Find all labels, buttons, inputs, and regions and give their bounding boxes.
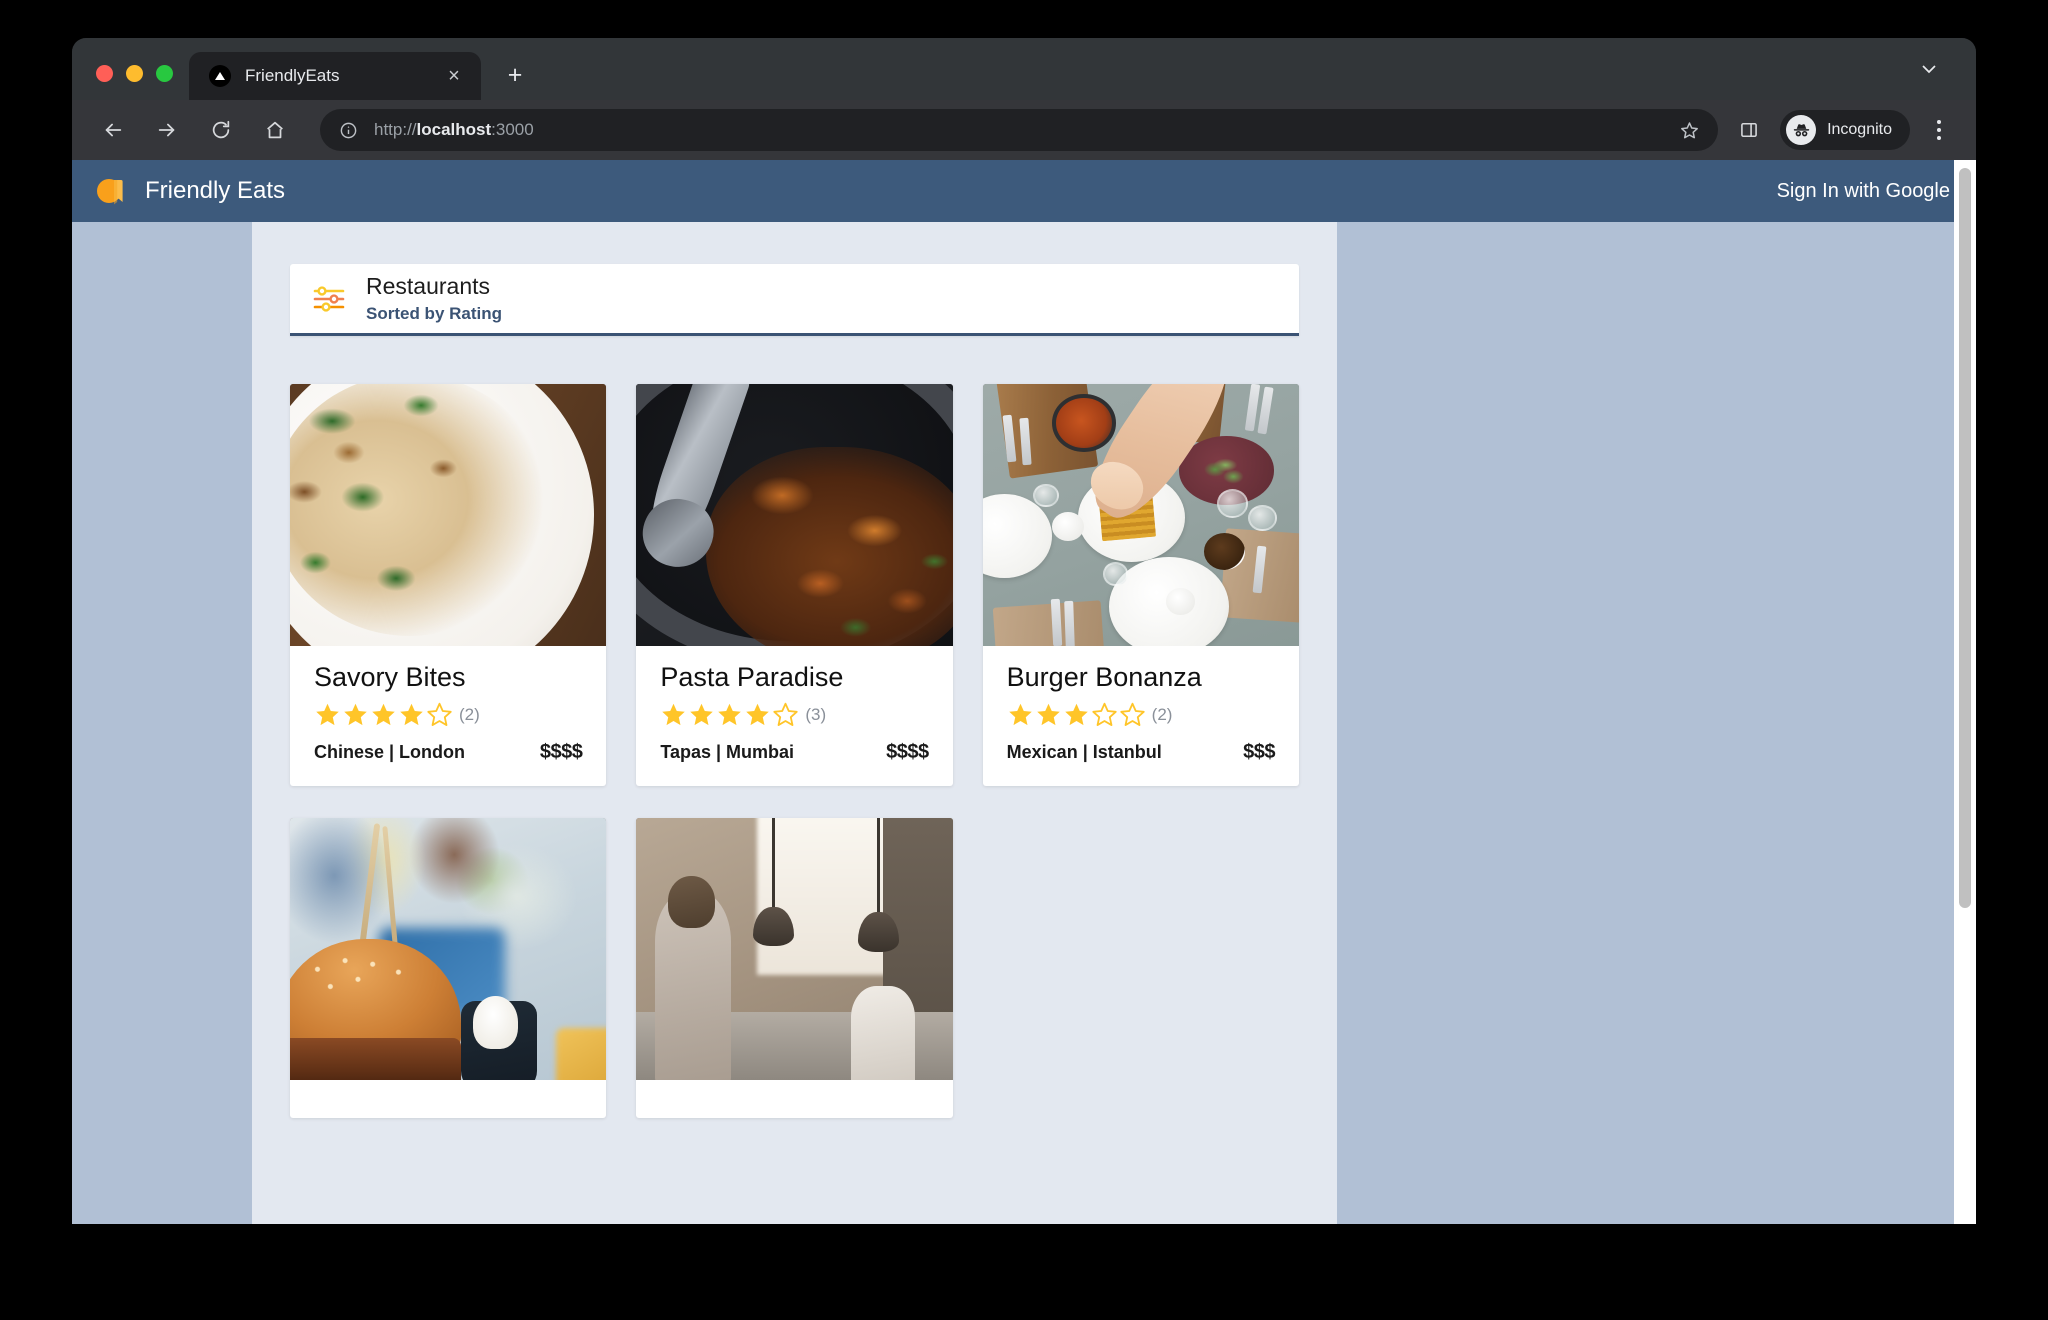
new-tab-button[interactable]: + [493, 53, 537, 97]
side-panel-icon[interactable] [1728, 109, 1770, 151]
forward-arrow-icon[interactable] [146, 109, 188, 151]
star-rating [314, 701, 454, 728]
restaurant-card[interactable]: Burger Bonanza (2) Mexican | Istanbul $$… [982, 384, 1299, 787]
toolbar-right-group: Incognito [1728, 109, 1956, 151]
incognito-icon [1786, 115, 1817, 145]
meta-row: Tapas | Mumbai $$$$ [660, 741, 929, 764]
restaurant-meta: Mexican | Istanbul [1006, 742, 1162, 763]
url-host: localhost [416, 120, 492, 139]
restaurant-card-body: Burger Bonanza (2) Mexican | Istanbul $$… [983, 646, 1299, 786]
triangle-favicon-icon [209, 65, 231, 87]
restaurant-photo-braised-meat-in-pot [636, 384, 953, 646]
browser-toolbar: http://localhost:3000 Incognito [72, 100, 1976, 160]
url-rest: :3000 [491, 120, 534, 139]
restaurant-card-body [636, 1080, 952, 1118]
maximize-window-button[interactable] [156, 65, 173, 82]
three-dot-menu-icon[interactable] [1922, 110, 1956, 150]
profile-incognito-button[interactable]: Incognito [1780, 110, 1910, 150]
content-column: Restaurants Sorted by Rating Savory Bite… [252, 222, 1337, 1224]
friendly-eats-logo-icon [94, 173, 130, 209]
restaurant-grid: Savory Bites (2) Chinese | London $$$$ P… [290, 384, 1299, 1119]
restaurant-card[interactable] [636, 818, 953, 1119]
restaurant-name: Pasta Paradise [660, 662, 844, 692]
browser-window: FriendlyEats × + http://localhost:3000 I… [72, 38, 1976, 1224]
review-count: (2) [459, 704, 480, 724]
url-text: http://localhost:3000 [374, 120, 534, 140]
restaurant-card[interactable]: Pasta Paradise (3) Tapas | Mumbai $$$$ [636, 384, 953, 787]
restaurant-card-body: Savory Bites (2) Chinese | London $$$$ [290, 646, 606, 786]
restaurant-name: Savory Bites [314, 662, 466, 692]
meta-row: Chinese | London $$$$ [314, 741, 583, 764]
restaurant-name: Burger Bonanza [1006, 662, 1202, 692]
review-count: (2) [1151, 704, 1173, 724]
tab-title: FriendlyEats [245, 66, 340, 85]
filter-sliders-icon [312, 282, 346, 316]
filter-title: Restaurants [366, 272, 491, 299]
minimize-window-button[interactable] [126, 65, 143, 82]
star-rating [660, 701, 800, 728]
close-window-button[interactable] [96, 65, 113, 82]
tab-strip: FriendlyEats × + [72, 38, 1976, 100]
rating-row: (2) [1007, 701, 1275, 728]
price-range: $$$$ [539, 741, 583, 764]
price-range: $$$ [1243, 741, 1275, 764]
browser-tab[interactable]: FriendlyEats × [189, 52, 481, 100]
chevron-down-icon[interactable] [1906, 46, 1952, 92]
profile-label: Incognito [1827, 121, 1892, 138]
sign-in-with-google-button[interactable]: Sign In with Google [1777, 180, 1950, 203]
reload-icon[interactable] [200, 109, 242, 151]
review-count: (3) [805, 704, 827, 724]
restaurant-card-body [290, 1080, 606, 1118]
filter-text: Restaurants Sorted by Rating [366, 273, 502, 325]
filter-bar[interactable]: Restaurants Sorted by Rating [290, 264, 1299, 336]
home-icon[interactable] [254, 109, 296, 151]
restaurant-photo-burger-closeup [290, 818, 607, 1081]
price-range: $$$$ [886, 741, 929, 764]
restaurant-meta: Chinese | London [314, 742, 466, 763]
brand[interactable]: Friendly Eats [94, 173, 285, 209]
rating-row: (2) [314, 701, 582, 728]
restaurant-meta: Tapas | Mumbai [660, 742, 795, 763]
url-scheme: http:// [374, 120, 417, 139]
star-rating [1007, 701, 1147, 728]
vertical-scrollbar[interactable] [1954, 160, 1976, 1224]
filter-subtitle: Sorted by Rating [366, 304, 503, 324]
restaurant-photo-brunch-table-overhead [982, 384, 1299, 646]
meta-row: Mexican | Istanbul $$$ [1006, 741, 1276, 764]
close-tab-icon[interactable]: × [441, 63, 467, 89]
rating-row: (3) [660, 701, 928, 728]
info-icon[interactable] [336, 118, 360, 142]
window-controls [72, 65, 189, 100]
address-bar[interactable]: http://localhost:3000 [320, 109, 1719, 151]
restaurant-card[interactable] [290, 818, 607, 1119]
restaurant-photo-restaurant-interior [636, 818, 953, 1081]
restaurant-card-body: Pasta Paradise (3) Tapas | Mumbai $$$$ [636, 646, 952, 786]
restaurant-card[interactable]: Savory Bites (2) Chinese | London $$$$ [290, 384, 607, 787]
back-arrow-icon[interactable] [92, 109, 134, 151]
scrollbar-thumb[interactable] [1959, 168, 1971, 908]
bookmark-star-icon[interactable] [1676, 117, 1702, 143]
screen: FriendlyEats × + http://localhost:3000 I… [0, 0, 2048, 1320]
app-header: Friendly Eats Sign In with Google [72, 160, 1976, 222]
brand-name: Friendly Eats [145, 177, 286, 204]
page-viewport: Friendly Eats Sign In with Google Restau… [72, 160, 1976, 1224]
restaurant-photo-pasta-with-greens [290, 384, 607, 646]
